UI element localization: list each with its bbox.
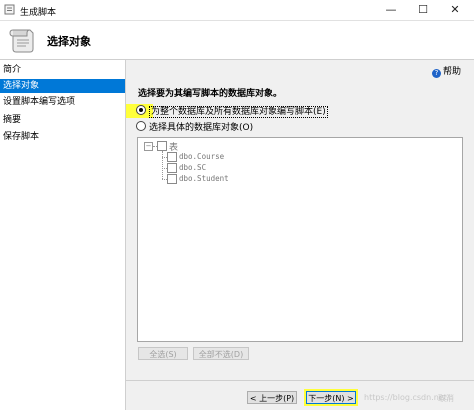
app-icon (4, 4, 15, 15)
sidebar-item-label: 保存脚本 (3, 132, 40, 142)
previous-button[interactable]: < 上一步(P) (247, 391, 297, 404)
footer-divider (126, 380, 474, 381)
title-bar: 生成脚本 — ☐ ✕ (0, 0, 474, 21)
sidebar-item-script-options[interactable]: 设置脚本编写选项 (0, 95, 125, 109)
tree-checkbox-student[interactable] (167, 174, 177, 184)
sidebar-item-label: 选择对象 (3, 81, 40, 91)
sidebar-item-label: 简介 (3, 65, 22, 75)
close-button[interactable]: ✕ (442, 2, 468, 17)
tree-node-student: dbo.Student (179, 174, 229, 183)
wizard-header: 选择对象 (0, 21, 474, 60)
radio-specific-objects[interactable]: 选择具体的数据库对象(O) (136, 121, 253, 133)
maximize-button[interactable]: ☐ (410, 2, 436, 17)
radio-label: 为整个数据库及所有数据库对象编写脚本(E) (149, 106, 328, 118)
help-link[interactable]: ? 帮助 (432, 64, 461, 78)
sidebar-item-intro[interactable]: 简介 (0, 63, 125, 77)
watermark-text: https://blog.csdn.net/ (364, 393, 450, 402)
wizard-content: ? 帮助 选择要为其编写脚本的数据库对象。 为整个数据库及所有数据库对象编写脚本(… (126, 60, 474, 410)
section-title: 选择要为其编写脚本的数据库对象。 (138, 89, 283, 99)
watermark-cancel: 取消 (438, 394, 454, 403)
tree-node-sc: dbo.SC (179, 163, 207, 172)
tree-checkbox-tables[interactable] (157, 141, 167, 151)
select-all-button[interactable]: 全选(S) (138, 347, 188, 360)
radio-entire-database[interactable]: 为整个数据库及所有数据库对象编写脚本(E) (136, 105, 328, 118)
help-label: 帮助 (443, 67, 462, 77)
minimize-button[interactable]: — (378, 2, 404, 17)
object-tree[interactable]: − 表 dbo.Course dbo.SC dbo.Student (137, 137, 463, 342)
sidebar-item-select-objects[interactable]: 选择对象 (0, 79, 125, 93)
help-icon: ? (432, 69, 441, 78)
scroll-icon (9, 29, 34, 53)
radio-button-checked[interactable] (136, 105, 146, 115)
collapse-icon[interactable]: − (144, 142, 153, 151)
radio-label: 选择具体的数据库对象(O) (149, 123, 254, 133)
wizard-sidebar: 简介 选择对象 设置脚本编写选项 摘要 保存脚本 (0, 60, 126, 410)
page-title: 选择对象 (47, 35, 91, 48)
sidebar-item-label: 设置脚本编写选项 (3, 97, 76, 107)
window-title: 生成脚本 (20, 8, 57, 18)
tree-checkbox-sc[interactable] (167, 163, 177, 173)
tree-node-course: dbo.Course (179, 152, 225, 161)
sidebar-item-summary[interactable]: 摘要 (0, 113, 125, 127)
deselect-all-button[interactable]: 全部不选(D) (193, 347, 249, 360)
sidebar-item-label: 摘要 (3, 115, 22, 125)
tree-checkbox-course[interactable] (167, 152, 177, 162)
next-button[interactable]: 下一步(N) > (306, 391, 356, 404)
radio-button[interactable] (136, 121, 146, 131)
sidebar-item-save-script[interactable]: 保存脚本 (0, 130, 125, 144)
tree-connector (162, 151, 163, 179)
